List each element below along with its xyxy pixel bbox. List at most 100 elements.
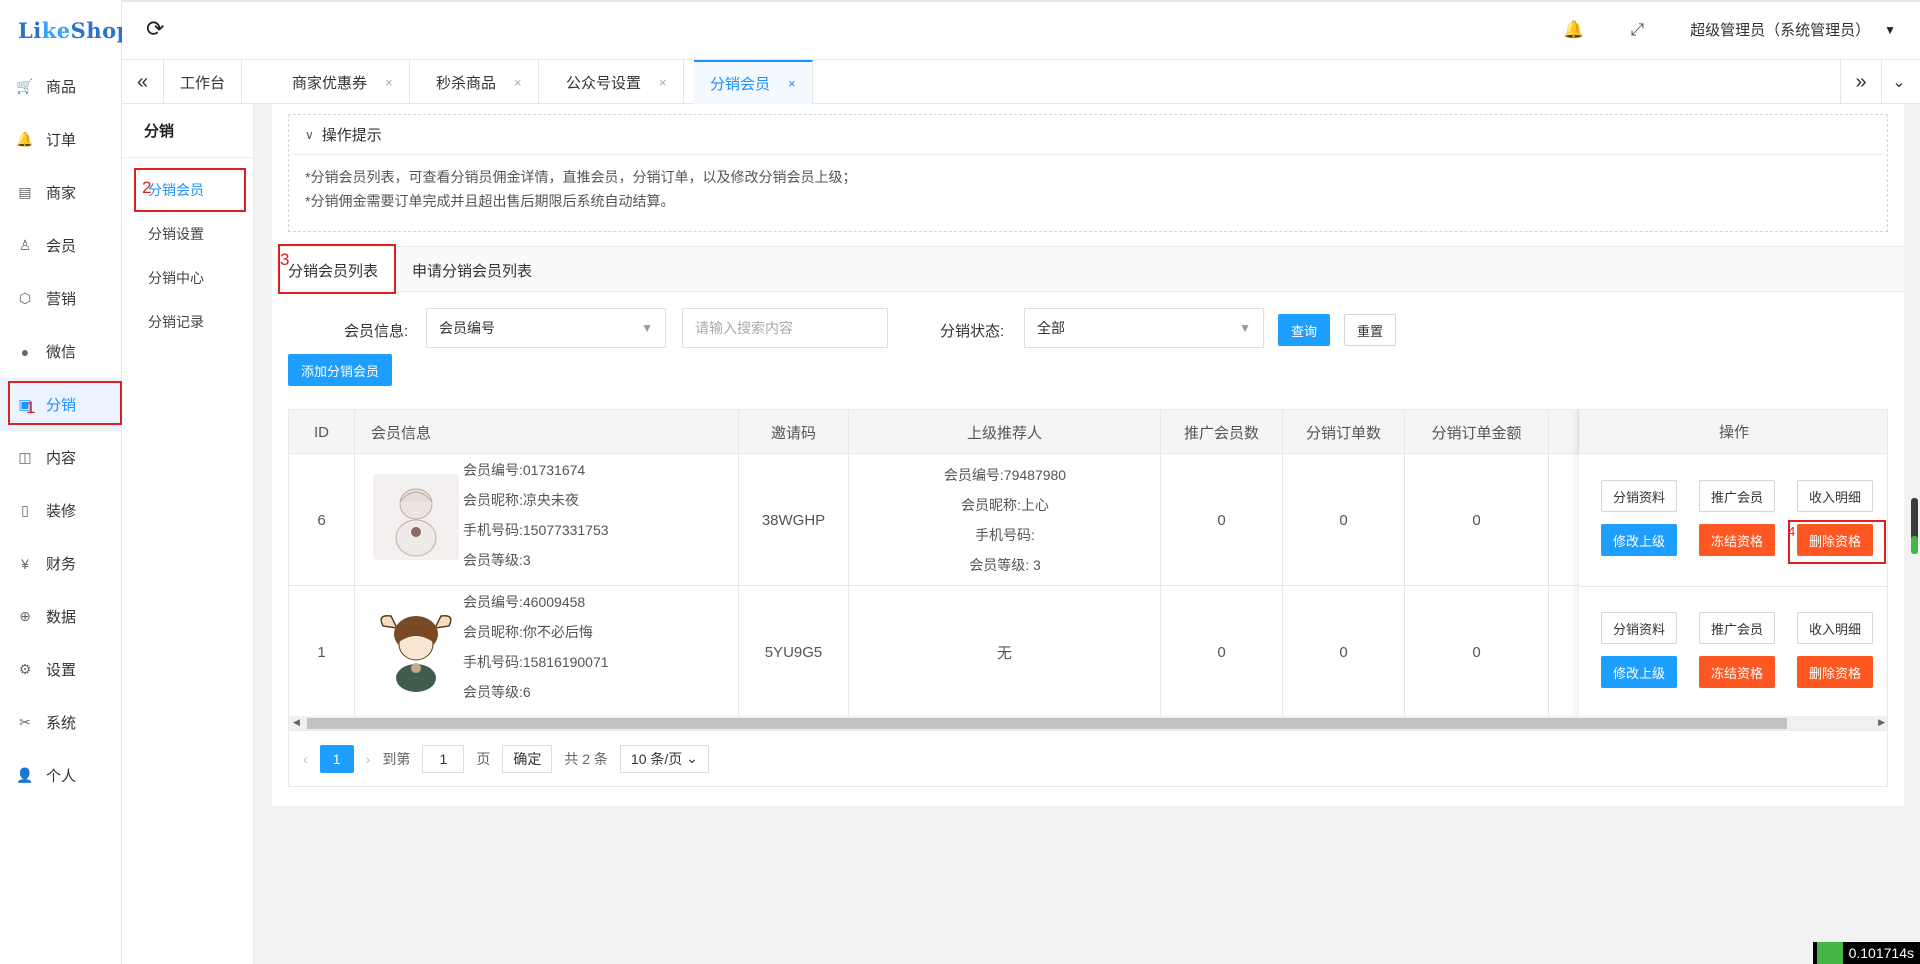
tab-2[interactable]: 秒杀商品 × [420, 60, 539, 104]
annotation-marker: 2 [142, 178, 152, 197]
scroll-indicator [1911, 536, 1918, 554]
page-size-select[interactable]: 10 条/页 ⌄ [619, 744, 709, 773]
user-icon: ♙ [18, 237, 32, 253]
sidebar-item-tools[interactable]: ✂ 系统 [0, 696, 121, 749]
income-detail-button[interactable]: 收入明细 [1797, 480, 1873, 512]
query-button[interactable]: 查询 [1278, 314, 1330, 346]
user-menu[interactable]: 超级管理员（系统管理员） [1690, 19, 1870, 40]
gear-icon: ⚙ [18, 661, 32, 677]
annotation-marker: 1 [26, 398, 36, 417]
tab-3[interactable]: 公众号设置 × [550, 60, 684, 104]
distribution-detail-button[interactable]: 分销资料 [1601, 612, 1677, 644]
tip-line: *分销会员列表，可查看分销员佣金详情，直推会员，分销订单，以及修改分销会员上级； [305, 169, 857, 185]
horizontal-scrollbar[interactable]: ◀ ▶ [289, 716, 1887, 730]
sidebar-item-mobile[interactable]: ▯ 装修 [0, 484, 121, 537]
subnav-item-settings[interactable]: 分销设置 [122, 212, 253, 256]
tabs-more-icon[interactable]: ⌄ [1878, 60, 1920, 104]
scroll-right-icon: ▶ [1878, 717, 1885, 727]
member-table: ID 会员信息 邀请码 上级推荐人 推广会员数 分销订单数 分销订单金额 6 会… [288, 409, 1888, 731]
income-detail-button[interactable]: 收入明细 [1797, 612, 1873, 644]
tab-1[interactable]: 商家优惠券 × [276, 60, 410, 104]
subnav-item-center[interactable]: 分销中心 [122, 256, 253, 300]
sidebar-item-yen[interactable]: ¥ 财务 [0, 537, 121, 590]
add-member-button[interactable]: 添加分销会员 [288, 354, 392, 386]
reset-button[interactable]: 重置 [1344, 314, 1396, 346]
delete-qualification-button[interactable]: 删除资格 [1797, 656, 1873, 688]
tips-panel: ∨ 操作提示 *分销会员列表，可查看分销员佣金详情，直推会员，分销订单，以及修改… [288, 114, 1888, 232]
tab-0[interactable]: 工作台 [164, 60, 243, 104]
sidebar-item-wechat[interactable]: ● 微信 [0, 325, 121, 378]
sidebar-item-gear[interactable]: ⚙ 设置 [0, 643, 121, 696]
yen-icon: ¥ [21, 555, 29, 572]
tab-4[interactable]: 分销会员 × [694, 60, 813, 104]
left-nav: Li ke Shop 🛒 商品 🔔 订单 ▤ 商家 ♙ 会员 ⬡ 营销 ● 微信 ▣ 分销 ◫ 内容 ▯ 装修 ¥ 财务 ⊕… [0, 0, 131, 964]
status-select[interactable]: 全部 ▼ [1024, 308, 1264, 348]
chevron-down-icon: ∨ [305, 127, 314, 142]
ops-column: 操作 分销资料 推广会员 收入明细 修改上级 冻结资格 删除资格 分销资料 推广… [1579, 410, 1887, 730]
annotation-box-4 [1788, 520, 1886, 564]
main-card: ∨ 操作提示 *分销会员列表，可查看分销员佣金详情，直推会员，分销订单，以及修改… [272, 104, 1904, 806]
page-1[interactable]: 1 [319, 744, 354, 773]
person-icon: 👤 [16, 767, 34, 783]
bell-icon: 🔔 [16, 131, 34, 147]
shop-icon: ▤ [18, 184, 32, 200]
scroll-left-icon: ◀ [293, 717, 300, 727]
list-tabs: 分销会员列表 申请分销会员列表 [272, 246, 1904, 293]
sidebar-item-box[interactable]: ⬡ 营销 [0, 272, 121, 325]
edit-parent-button[interactable]: 修改上级 [1601, 656, 1677, 688]
pagination: ‹ 1 › 到第 1 页 确定 共 2 条 10 条/页 ⌄ [288, 731, 1888, 787]
sidebar-item-person[interactable]: 👤 个人 [0, 749, 121, 802]
scroll-thumb[interactable] [307, 718, 1787, 729]
tabs-right-icon[interactable]: » [1840, 60, 1882, 104]
freeze-button[interactable]: 冻结资格 [1699, 524, 1775, 556]
sidebar-item-label: 商品 [46, 79, 77, 96]
tabs-left-icon[interactable]: « [122, 60, 164, 104]
sidebar-item-shop[interactable]: ▤ 商家 [0, 166, 121, 219]
mobile-icon: ▯ [21, 502, 29, 518]
sidebar-item-label: 订单 [46, 132, 77, 149]
member-field-select[interactable]: 会员编号 ▼ [426, 308, 666, 348]
sidebar-item-label: 系统 [46, 715, 77, 732]
sidebar-item-globe[interactable]: ⊕ 数据 [0, 590, 121, 643]
refresh-icon[interactable]: ⟳ [146, 16, 164, 42]
page-jump-input[interactable]: 1 [422, 744, 465, 773]
sidebar-item-bell[interactable]: 🔔 订单 [0, 113, 121, 166]
promoted-members-button[interactable]: 推广会员 [1699, 612, 1775, 644]
subnav-item-records[interactable]: 分销记录 [122, 300, 253, 344]
promoted-members-button[interactable]: 推广会员 [1699, 480, 1775, 512]
annotation-marker: 3 [280, 250, 290, 269]
globe-icon: ⊕ [19, 608, 31, 624]
box-icon: ⬡ [18, 290, 32, 306]
sidebar-item-book[interactable]: ◫ 内容 [0, 431, 121, 484]
sidebar-item-label: 内容 [46, 450, 77, 467]
bell-icon[interactable]: 🔔 [1563, 20, 1584, 40]
close-icon[interactable]: × [514, 75, 522, 90]
sidebar-item-label: 财务 [46, 556, 77, 573]
top-bar: ⟳ 🔔 ⤢ 超级管理员（系统管理员） ▼ [122, 0, 1920, 60]
caret-down-icon: ▼ [641, 321, 653, 335]
logo[interactable]: Li ke Shop [0, 0, 131, 60]
next-page-icon[interactable]: › [366, 745, 371, 773]
sidebar-item-cart[interactable]: 🛒 商品 [0, 60, 121, 113]
fullscreen-icon[interactable]: ⤢ [1630, 20, 1644, 40]
distribution-detail-button[interactable]: 分销资料 [1601, 480, 1677, 512]
book-icon: ◫ [18, 449, 32, 465]
close-icon[interactable]: × [659, 75, 667, 90]
caret-down-icon[interactable]: ▼ [1884, 23, 1896, 37]
sidebar-item-user[interactable]: ♙ 会员 [0, 219, 121, 272]
sidebar-item-label: 个人 [46, 768, 77, 785]
prev-page-icon[interactable]: ‹ [303, 745, 308, 773]
close-icon[interactable]: × [385, 75, 393, 90]
page-confirm-button[interactable]: 确定 [502, 744, 553, 773]
avatar [373, 474, 459, 560]
search-input[interactable]: 请输入搜索内容 [682, 308, 888, 348]
tools-icon: ✂ [19, 714, 31, 730]
close-icon[interactable]: × [788, 76, 796, 91]
freeze-button[interactable]: 冻结资格 [1699, 656, 1775, 688]
edit-parent-button[interactable]: 修改上级 [1601, 524, 1677, 556]
annotation-marker: 4 [1788, 524, 1796, 539]
sidebar-item-label: 设置 [46, 662, 77, 679]
annotation-box-3 [278, 244, 396, 294]
tips-toggle[interactable]: ∨ 操作提示 [289, 115, 1887, 155]
tab-apply-list[interactable]: 申请分销会员列表 [412, 247, 532, 293]
